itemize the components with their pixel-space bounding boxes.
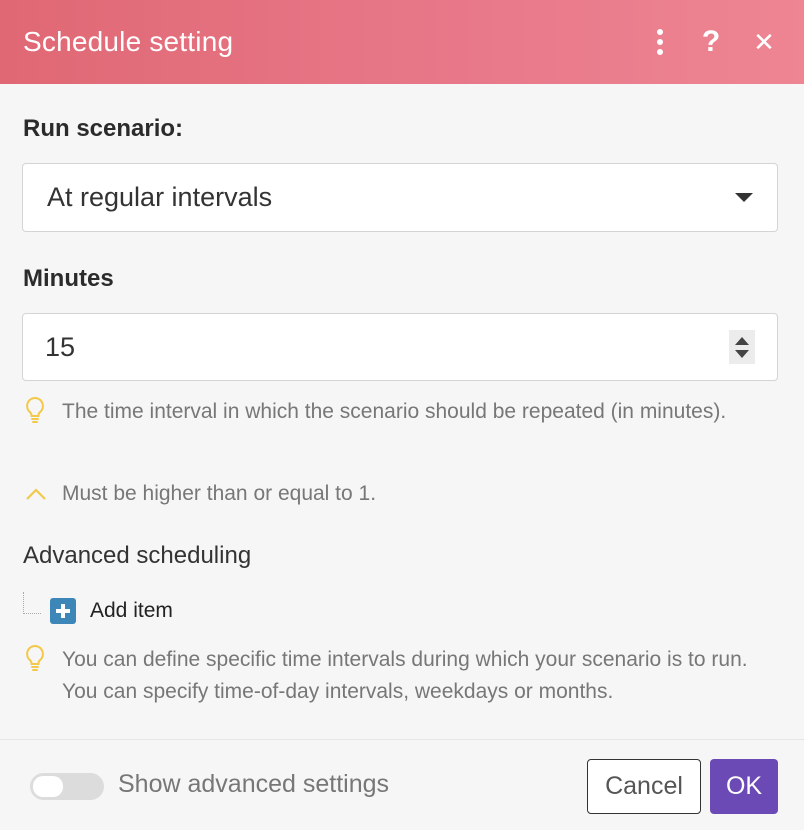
stepper-up-icon[interactable]	[735, 336, 749, 345]
run-scenario-select[interactable]: At regular intervals	[22, 163, 778, 232]
add-item-label: Add item	[90, 599, 173, 622]
dialog-header: Schedule setting ? ✕	[0, 0, 804, 84]
advanced-scheduling-title: Advanced scheduling	[23, 542, 252, 569]
minutes-hint: The time interval in which the scenario …	[62, 400, 727, 423]
advanced-scheduling-hint: You can define specific time intervals d…	[62, 648, 748, 703]
header-actions: ? ✕	[650, 0, 775, 84]
lightbulb-icon	[23, 396, 47, 429]
advanced-settings-label: Show advanced settings	[118, 770, 390, 798]
lightbulb-icon	[23, 644, 47, 677]
cancel-button[interactable]: Cancel	[587, 759, 701, 814]
minutes-stepper[interactable]	[729, 330, 755, 364]
help-icon[interactable]: ?	[700, 25, 722, 59]
dialog-title: Schedule setting	[23, 26, 234, 57]
minutes-validation: Must be higher than or equal to 1.	[62, 482, 377, 505]
advanced-settings-toggle[interactable]	[30, 773, 104, 800]
dialog-footer: Show advanced settings Cancel OK	[0, 739, 804, 830]
minutes-label: Minutes	[23, 265, 114, 292]
toggle-knob	[33, 776, 63, 797]
more-vertical-icon[interactable]	[650, 27, 670, 57]
add-item-button[interactable]: Add item	[50, 598, 173, 624]
stepper-down-icon[interactable]	[735, 349, 749, 358]
run-scenario-label: Run scenario:	[23, 115, 184, 142]
plus-square-icon	[50, 598, 76, 624]
ok-button[interactable]: OK	[710, 759, 778, 814]
run-scenario-value: At regular intervals	[47, 182, 273, 212]
minutes-field	[22, 313, 778, 381]
close-icon[interactable]: ✕	[753, 27, 775, 58]
caret-down-icon	[735, 193, 753, 202]
minutes-input[interactable]	[45, 314, 725, 380]
tree-connector	[23, 592, 41, 614]
chevron-up-icon	[25, 486, 47, 507]
